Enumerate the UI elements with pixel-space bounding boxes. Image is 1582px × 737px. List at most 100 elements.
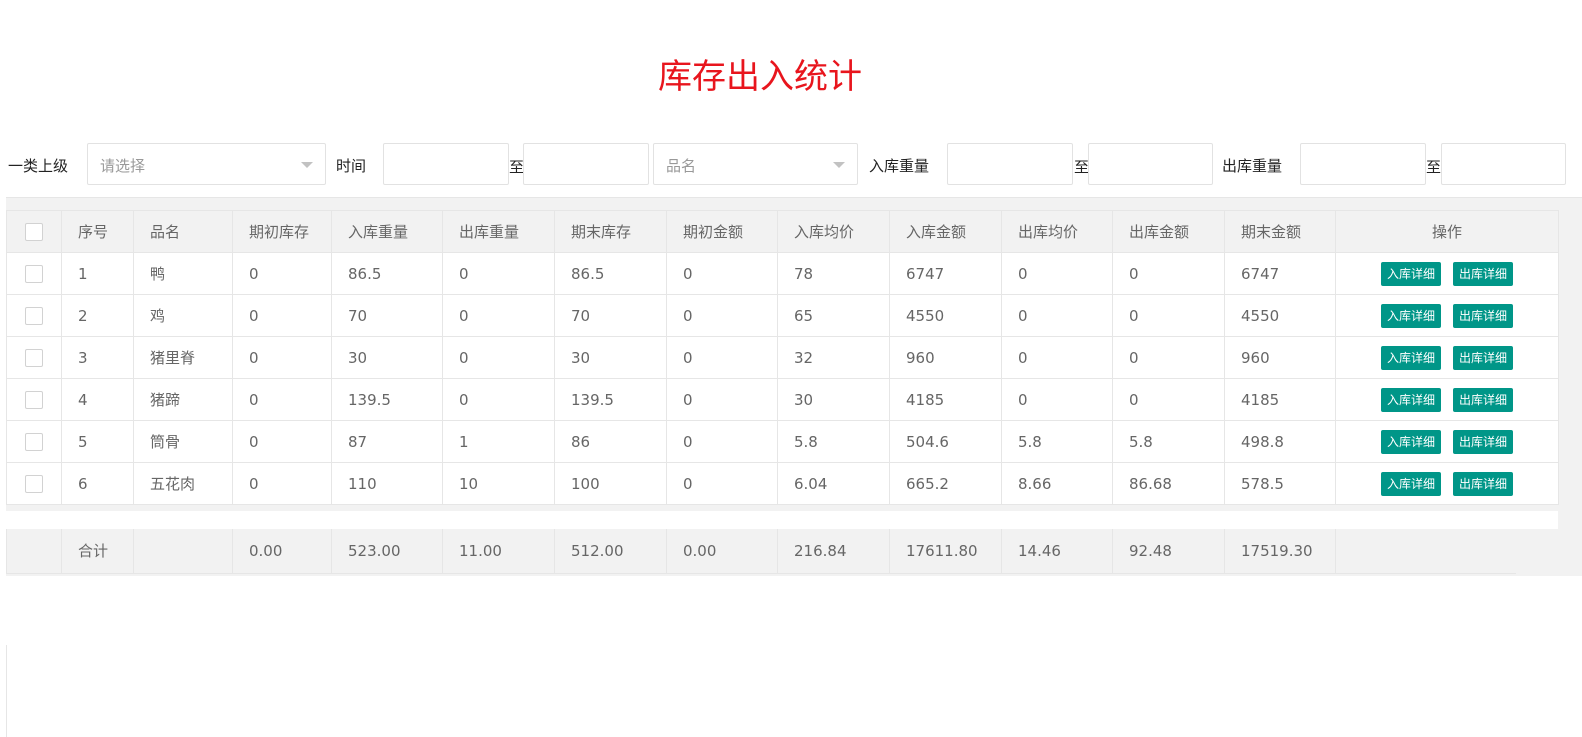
cell-in-avg: 32 bbox=[777, 336, 890, 379]
cell-open-stock: 0 bbox=[232, 462, 332, 505]
cell-in-avg: 30 bbox=[777, 378, 890, 421]
cell-in-avg: 6.04 bbox=[777, 462, 890, 505]
in-detail-button[interactable]: 入库详细 bbox=[1380, 387, 1441, 412]
col-header-no[interactable]: 序号 bbox=[61, 210, 134, 253]
cell-open-amount: 0 bbox=[666, 336, 778, 379]
row-checkbox[interactable] bbox=[25, 264, 43, 283]
cell-in-amount: 4550 bbox=[889, 294, 1002, 337]
row-checkbox[interactable] bbox=[25, 306, 43, 325]
totals-blank-cell bbox=[6, 529, 62, 574]
totals-name-cell bbox=[133, 529, 233, 574]
in-weight-to-label: 至 bbox=[1074, 158, 1090, 176]
col-header-open-stock[interactable]: 期初库存 bbox=[232, 210, 332, 253]
page: 库存出入统计 一类上级 请选择 时间 至 品名 入库重量 至 出库重量 至 序号… bbox=[0, 0, 1582, 737]
totals-open-amount: 0.00 bbox=[666, 529, 778, 574]
col-header-close-stock[interactable]: 期末库存 bbox=[554, 210, 667, 253]
table-header-row: 序号 品名 期初库存 入库重量 出库重量 期末库存 期初金额 入库均价 入库金额… bbox=[6, 210, 1559, 253]
cell-open-amount: 0 bbox=[666, 252, 778, 295]
in-detail-button[interactable]: 入库详细 bbox=[1380, 471, 1441, 496]
col-header-in-amount[interactable]: 入库金额 bbox=[889, 210, 1002, 253]
col-header-out-weight[interactable]: 出库重量 bbox=[442, 210, 555, 253]
out-detail-button[interactable]: 出库详细 bbox=[1453, 471, 1514, 496]
cell-out-amount: 0 bbox=[1112, 252, 1225, 295]
table-row[interactable]: 5 筒骨 0 87 1 86 0 5.8 504.6 5.8 5.8 498.8 入库详细 出库详细 bbox=[6, 420, 1559, 463]
table-row[interactable]: 6 五花肉 0 110 10 100 0 6.04 665.2 8.66 86.68 578.5 入库详… bbox=[6, 462, 1559, 505]
cell-no: 6 bbox=[61, 462, 134, 505]
col-header-in-weight[interactable]: 入库重量 bbox=[331, 210, 443, 253]
row-actions-cell: 入库详细 出库详细 bbox=[1335, 336, 1559, 379]
cell-open-stock: 0 bbox=[232, 252, 332, 295]
row-checkbox[interactable] bbox=[25, 432, 43, 451]
cell-in-avg: 78 bbox=[777, 252, 890, 295]
cell-open-amount: 0 bbox=[666, 462, 778, 505]
out-detail-button[interactable]: 出库详细 bbox=[1453, 429, 1514, 454]
category-label: 一类上级 bbox=[8, 157, 69, 175]
row-checkbox-cell bbox=[6, 462, 62, 505]
out-detail-button[interactable]: 出库详细 bbox=[1453, 345, 1514, 370]
totals-label: 合计 bbox=[61, 529, 134, 574]
cell-out-weight: 0 bbox=[442, 336, 555, 379]
in-detail-button[interactable]: 入库详细 bbox=[1380, 345, 1441, 370]
table-spacer bbox=[6, 511, 1558, 529]
cell-close-amount: 578.5 bbox=[1224, 462, 1336, 505]
table-row[interactable]: 4 猪蹄 0 139.5 0 139.5 0 30 4185 0 0 4185 入库详细 出库详细 bbox=[6, 378, 1559, 421]
col-header-name[interactable]: 品名 bbox=[133, 210, 233, 253]
totals-open-stock: 0.00 bbox=[232, 529, 332, 574]
cell-open-stock: 0 bbox=[232, 336, 332, 379]
row-checkbox-cell bbox=[6, 252, 62, 295]
col-header-out-amount[interactable]: 出库金额 bbox=[1112, 210, 1225, 253]
cell-name: 鸭 bbox=[133, 252, 233, 295]
cell-close-stock: 86 bbox=[554, 420, 667, 463]
cell-out-avg: 0 bbox=[1001, 252, 1113, 295]
cell-in-weight: 139.5 bbox=[331, 378, 443, 421]
time-label: 时间 bbox=[336, 157, 367, 175]
time-end-input[interactable] bbox=[523, 143, 649, 185]
table-row[interactable]: 3 猪里脊 0 30 0 30 0 32 960 0 0 960 入库详细 出库详细 bbox=[6, 336, 1559, 379]
page-title: 库存出入统计 bbox=[658, 57, 862, 97]
cell-no: 2 bbox=[61, 294, 134, 337]
cell-in-weight: 30 bbox=[331, 336, 443, 379]
row-checkbox[interactable] bbox=[25, 474, 43, 493]
in-weight-min-input[interactable] bbox=[947, 143, 1073, 185]
col-header-out-avg[interactable]: 出库均价 bbox=[1001, 210, 1113, 253]
row-checkbox-cell bbox=[6, 336, 62, 379]
name-select[interactable]: 品名 bbox=[653, 143, 858, 185]
col-header-close-amount[interactable]: 期末金额 bbox=[1224, 210, 1336, 253]
cell-close-amount: 6747 bbox=[1224, 252, 1336, 295]
out-detail-button[interactable]: 出库详细 bbox=[1453, 387, 1514, 412]
cell-in-weight: 70 bbox=[331, 294, 443, 337]
cell-close-stock: 86.5 bbox=[554, 252, 667, 295]
table-row[interactable]: 2 鸡 0 70 0 70 0 65 4550 0 0 4550 入库详细 出库详细 bbox=[6, 294, 1559, 337]
row-checkbox[interactable] bbox=[25, 390, 43, 409]
cell-no: 3 bbox=[61, 336, 134, 379]
row-actions-cell: 入库详细 出库详细 bbox=[1335, 252, 1559, 295]
row-checkbox[interactable] bbox=[25, 348, 43, 367]
totals-out-weight: 11.00 bbox=[442, 529, 555, 574]
out-weight-max-input[interactable] bbox=[1441, 143, 1566, 185]
out-detail-button[interactable]: 出库详细 bbox=[1453, 261, 1514, 286]
table-row[interactable]: 1 鸭 0 86.5 0 86.5 0 78 6747 0 0 6747 入库详细 出库详细 bbox=[6, 252, 1559, 295]
in-detail-button[interactable]: 入库详细 bbox=[1380, 261, 1441, 286]
cell-open-amount: 0 bbox=[666, 420, 778, 463]
out-detail-button[interactable]: 出库详细 bbox=[1453, 303, 1514, 328]
totals-out-amount: 92.48 bbox=[1112, 529, 1225, 574]
cell-in-weight: 87 bbox=[331, 420, 443, 463]
cell-out-amount: 0 bbox=[1112, 336, 1225, 379]
time-start-input[interactable] bbox=[383, 143, 509, 185]
col-header-in-avg[interactable]: 入库均价 bbox=[777, 210, 890, 253]
cell-close-stock: 30 bbox=[554, 336, 667, 379]
cell-out-avg: 8.66 bbox=[1001, 462, 1113, 505]
totals-close-stock: 512.00 bbox=[554, 529, 667, 574]
select-all-checkbox[interactable] bbox=[25, 222, 43, 241]
in-detail-button[interactable]: 入库详细 bbox=[1380, 303, 1441, 328]
col-header-open-amount[interactable]: 期初金额 bbox=[666, 210, 778, 253]
cell-out-avg: 0 bbox=[1001, 294, 1113, 337]
category-select[interactable]: 请选择 bbox=[87, 143, 326, 185]
cell-out-weight: 1 bbox=[442, 420, 555, 463]
totals-in-avg: 216.84 bbox=[777, 529, 890, 574]
out-weight-min-input[interactable] bbox=[1300, 143, 1426, 185]
in-weight-max-input[interactable] bbox=[1088, 143, 1213, 185]
in-detail-button[interactable]: 入库详细 bbox=[1380, 429, 1441, 454]
cell-in-avg: 65 bbox=[777, 294, 890, 337]
cell-in-weight: 110 bbox=[331, 462, 443, 505]
